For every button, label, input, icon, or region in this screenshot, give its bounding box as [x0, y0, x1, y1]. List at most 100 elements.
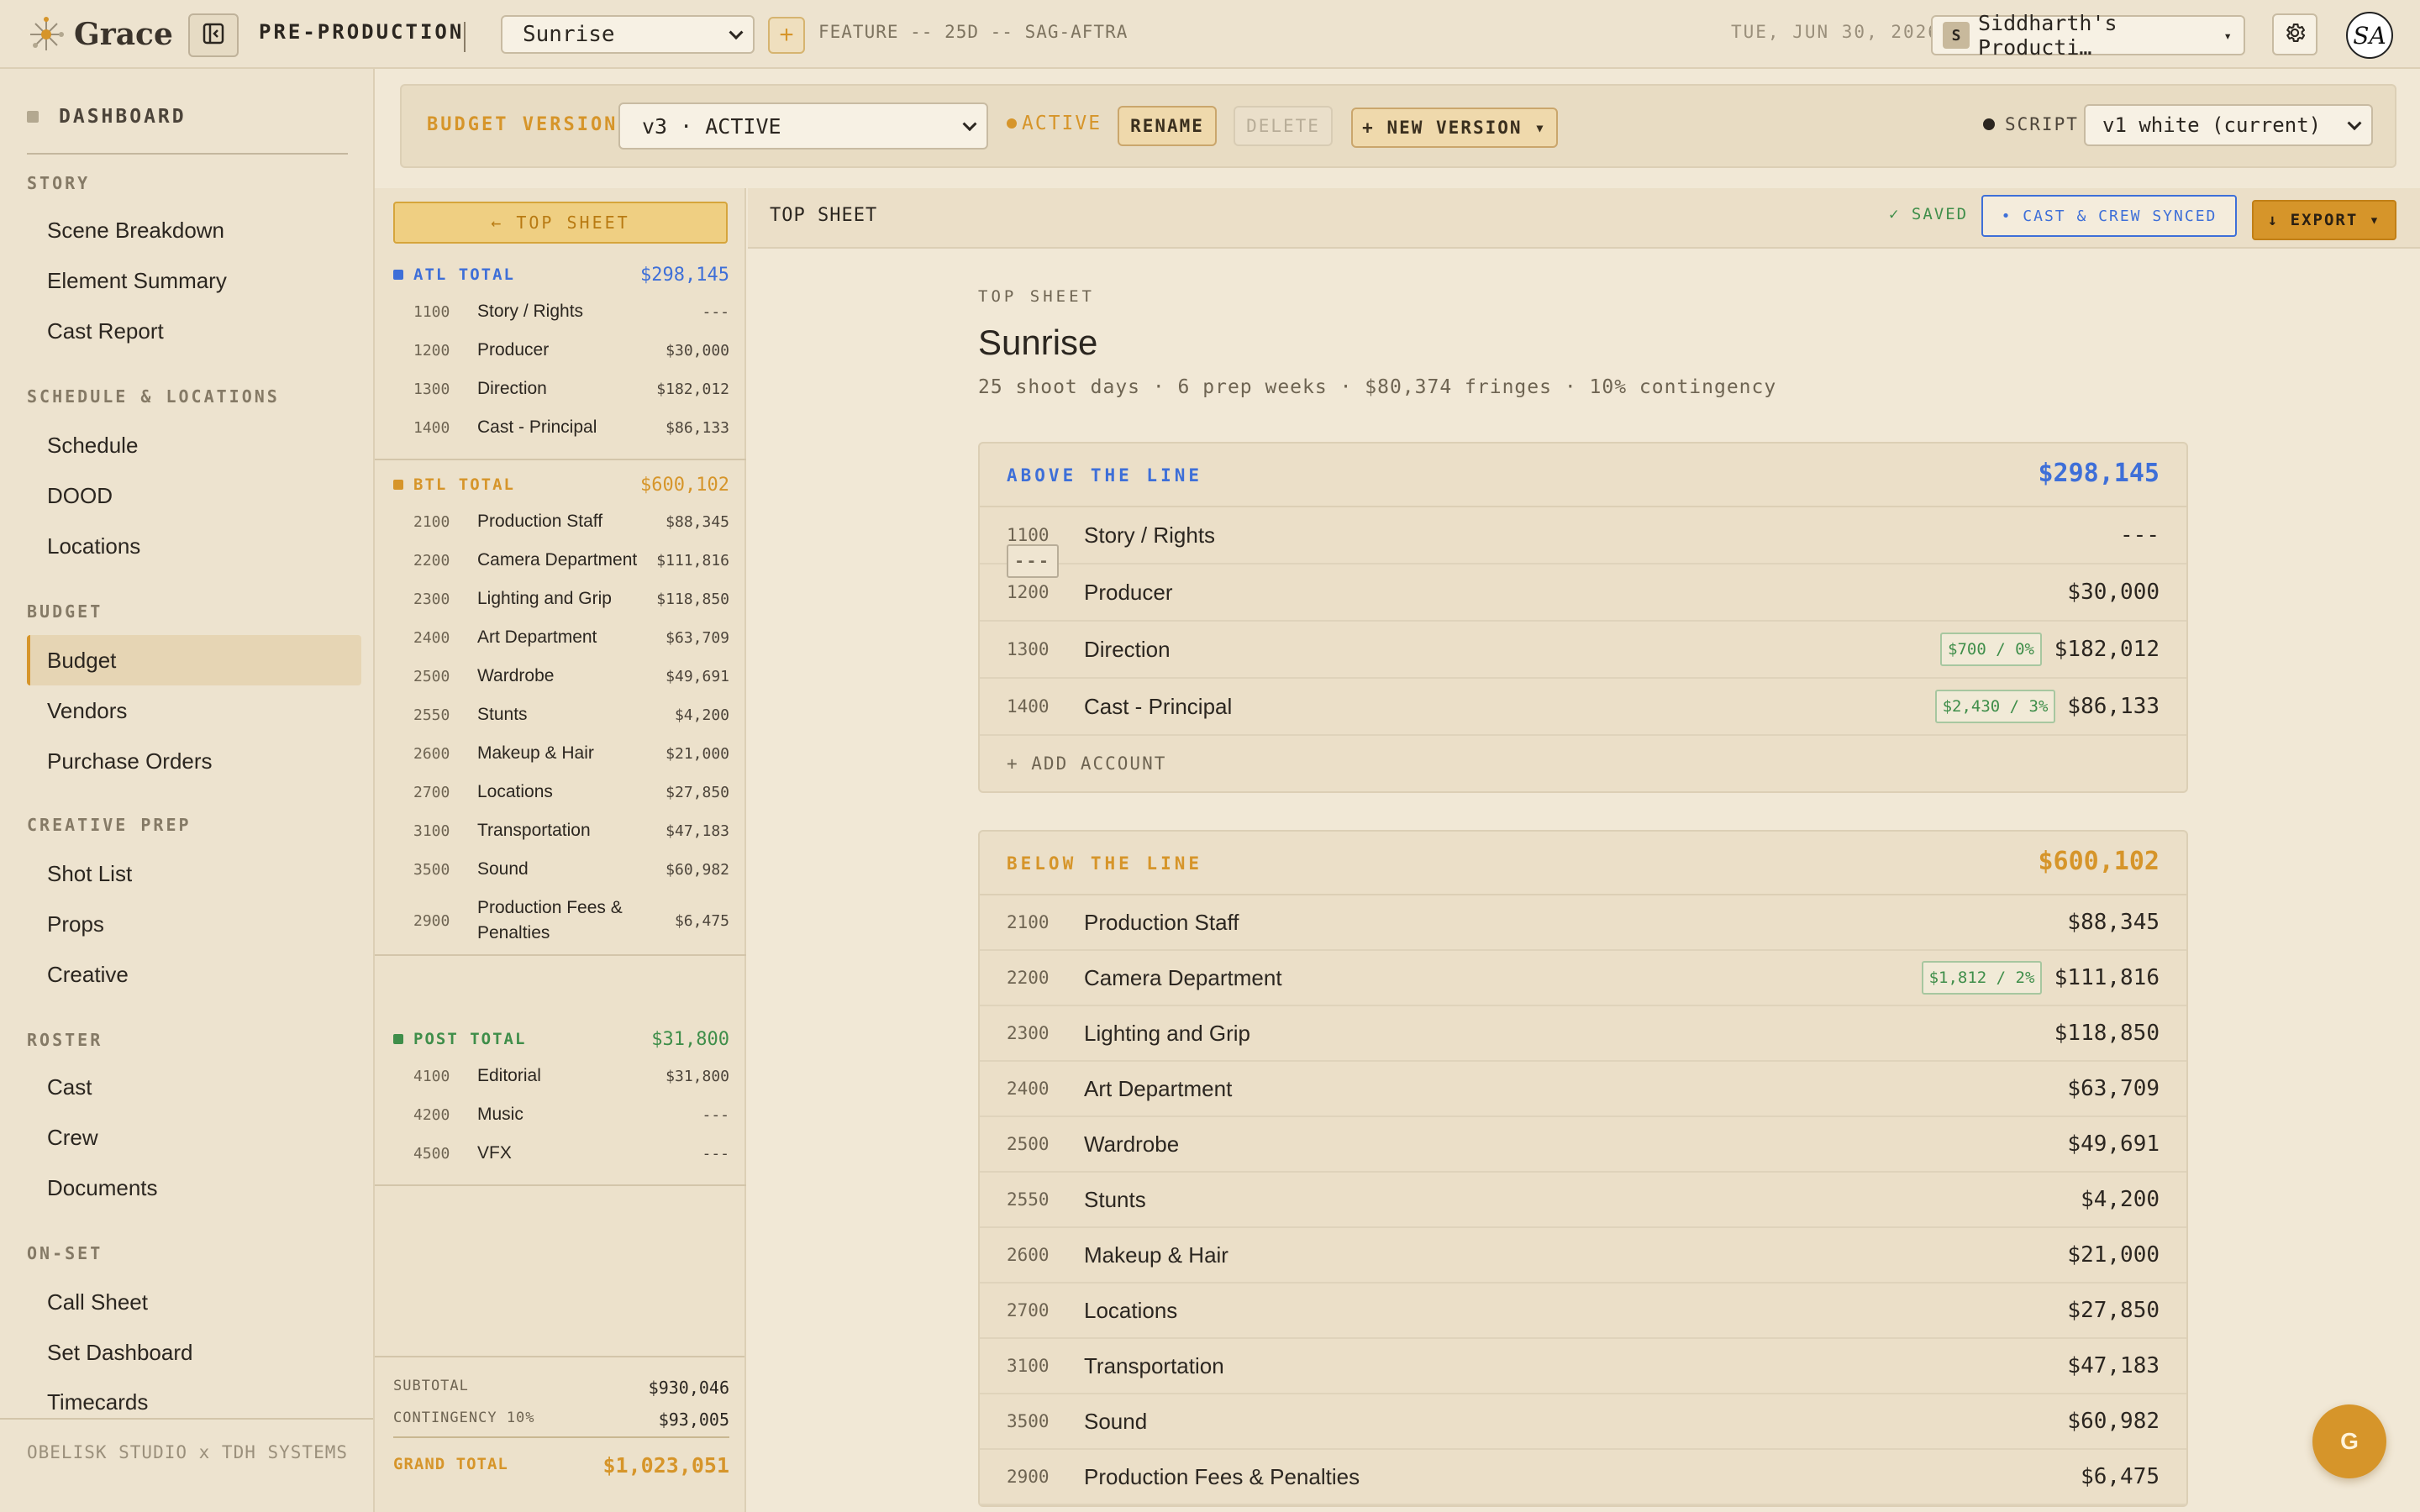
account-name: Music	[477, 1105, 523, 1124]
account-name: Stunts	[1084, 1186, 1146, 1212]
account-row-2600[interactable]: 2600 Makeup & Hair $21,000	[413, 741, 729, 766]
account-row-2900[interactable]: 2900 Production Fees & Penalties $6,475	[413, 895, 729, 946]
sidebar-item-element-summary[interactable]: Element Summary	[27, 255, 361, 306]
account-name: Production Fees & Penalties	[477, 898, 623, 942]
project-select[interactable]: Sunrise	[501, 15, 755, 54]
script-version-select[interactable]: v1 white (current)	[2084, 104, 2373, 146]
account-row-1400[interactable]: 1400 Cast - Principal $86,133 $2,430 / 3%	[980, 679, 2186, 736]
account-row-1300[interactable]: 1300 Direction $182,012 $700 / 0%	[980, 622, 2186, 679]
new-version-button[interactable]: + NEW VERSION ▾	[1351, 108, 1558, 148]
account-row-2400[interactable]: 2400 Art Department $63,709	[413, 625, 729, 650]
sidebar-item-schedule[interactable]: Schedule	[27, 420, 361, 470]
group-color-icon	[393, 480, 403, 490]
top-sheet-button[interactable]: ← TOP SHEET	[393, 202, 728, 244]
account-name: Cast - Principal	[477, 417, 597, 437]
sidebar-item-shot-list[interactable]: Shot List	[27, 848, 361, 899]
account-row-3500[interactable]: 3500 Sound $60,982	[980, 1394, 2186, 1450]
account-name: Production Fees & Penalties	[1084, 1463, 1360, 1489]
cast-crew-synced-button[interactable]: • CAST & CREW SYNCED	[1981, 195, 2237, 237]
sidebar-item-call-sheet[interactable]: Call Sheet	[27, 1277, 361, 1327]
account-row-1100[interactable]: 1100 Story / Rights ---	[413, 299, 729, 324]
sidebar-item-creative[interactable]: Creative	[27, 949, 361, 1000]
account-row-2400[interactable]: 2400 Art Department $63,709	[980, 1062, 2186, 1117]
account-row-2100[interactable]: 2100 Production Staff $88,345	[980, 895, 2186, 951]
user-avatar[interactable]: SA	[2346, 12, 2393, 59]
sidebar-item-locations[interactable]: Locations	[27, 521, 361, 571]
fringe-badge[interactable]: $700 / 0%	[1940, 633, 2042, 666]
sidebar-item-timecards[interactable]: Timecards	[27, 1378, 361, 1415]
account-row-2500[interactable]: 2500 Wardrobe $49,691	[413, 664, 729, 689]
account-amount: ---	[702, 1144, 729, 1163]
account-code: 2100	[1007, 912, 1050, 932]
export-button[interactable]: ↓ EXPORT ▾	[2252, 200, 2396, 240]
account-amount: $118,850	[656, 590, 729, 608]
account-row-2200[interactable]: 2200 Camera Department $111,816	[413, 548, 729, 573]
account-row-1200[interactable]: 1200 Producer $30,000	[413, 338, 729, 363]
sidebar-item-set-dashboard[interactable]: Set Dashboard	[27, 1327, 361, 1378]
account-row-1100[interactable]: 1100 Story / Rights --- ---	[980, 507, 2186, 578]
subtotal-row: SUBTOTAL $930,046	[393, 1378, 729, 1398]
budget-version-select[interactable]: v3 · ACTIVE	[618, 102, 988, 150]
sidebar-item-scene-breakdown[interactable]: Scene Breakdown	[27, 205, 361, 255]
group-total-header[interactable]: BTL TOTAL $600,102	[393, 475, 729, 496]
account-row-2700[interactable]: 2700 Locations $27,850	[413, 780, 729, 805]
sidebar-item-vendors[interactable]: Vendors	[27, 685, 361, 736]
sidebar-item-dood[interactable]: DOOD	[27, 470, 361, 521]
account-row-1400[interactable]: 1400 Cast - Principal $86,133	[413, 415, 729, 440]
account-row-2550[interactable]: 2550 Stunts $4,200	[980, 1173, 2186, 1228]
sidebar-item-crew[interactable]: Crew	[27, 1112, 361, 1163]
account-row-2300[interactable]: 2300 Lighting and Grip $118,850	[980, 1006, 2186, 1062]
account-row-2900[interactable]: 2900 Production Fees & Penalties $6,475	[980, 1450, 2186, 1505]
account-row-2550[interactable]: 2550 Stunts $4,200	[413, 702, 729, 727]
account-row-4100[interactable]: 4100 Editorial $31,800	[413, 1063, 729, 1089]
account-code: 3100	[1007, 1356, 1050, 1376]
account-code: 2200	[413, 551, 450, 570]
account-row-2600[interactable]: 2600 Makeup & Hair $21,000	[980, 1228, 2186, 1284]
account-code: 2500	[1007, 1134, 1050, 1154]
divider	[375, 1184, 746, 1186]
account-row-3100[interactable]: 3100 Transportation $47,183	[413, 818, 729, 843]
settings-button[interactable]	[2272, 13, 2317, 55]
assistant-button[interactable]: G	[2312, 1404, 2386, 1478]
add-project-button[interactable]: +	[768, 17, 805, 54]
account-row-2500[interactable]: 2500 Wardrobe $49,691	[980, 1117, 2186, 1173]
account-amount: $86,133	[2067, 694, 2160, 719]
account-row-2200[interactable]: 2200 Camera Department $111,816 $1,812 / 2%	[980, 951, 2186, 1006]
add-account-button[interactable]: + ADD ACCOUNT	[980, 736, 2186, 791]
sidebar-item-budget[interactable]: Budget	[27, 635, 361, 685]
account-amount: $47,183	[666, 822, 729, 840]
sidebar-item-cast[interactable]: Cast	[27, 1062, 361, 1112]
account-name: Makeup & Hair	[1084, 1242, 1228, 1268]
app-logo[interactable]: Grace	[27, 13, 173, 55]
sidebar-item-purchase-orders[interactable]: Purchase Orders	[27, 736, 361, 786]
contingency-label: CONTINGENCY 10%	[393, 1410, 535, 1426]
account-row-2300[interactable]: 2300 Lighting and Grip $118,850	[413, 586, 729, 612]
sidebar-item-documents[interactable]: Documents	[27, 1163, 361, 1213]
group-total-header[interactable]: POST TOTAL $31,800	[393, 1029, 729, 1050]
project-meta: FEATURE -- 25D -- SAG-AFTRA	[818, 22, 1128, 42]
sidebar-item-props[interactable]: Props	[27, 899, 361, 949]
account-row-1300[interactable]: 1300 Direction $182,012	[413, 376, 729, 402]
delete-button[interactable]: DELETE	[1234, 106, 1333, 146]
account-row-2100[interactable]: 2100 Production Staff $88,345	[413, 509, 729, 534]
account-amount: $88,345	[666, 512, 729, 531]
account-code: 2200	[1007, 968, 1050, 988]
account-code: 2550	[1007, 1189, 1050, 1210]
fringe-badge[interactable]: $1,812 / 2%	[1922, 961, 2042, 995]
sidebar-item-cast-report[interactable]: Cast Report	[27, 306, 361, 356]
company-select[interactable]: S Siddharth's Producti… ▾	[1931, 11, 2245, 60]
account-row-4500[interactable]: 4500 VFX ---	[413, 1141, 729, 1166]
rename-button[interactable]: RENAME	[1118, 106, 1217, 146]
group-total-header[interactable]: ATL TOTAL $298,145	[393, 265, 729, 286]
account-row-3500[interactable]: 3500 Sound $60,982	[413, 857, 729, 882]
fringe-badge[interactable]: $2,430 / 3%	[1935, 690, 2055, 723]
account-row-1200[interactable]: 1200 Producer $30,000	[980, 564, 2186, 622]
grand-total-value: $1,023,051	[602, 1453, 729, 1478]
account-amount: $49,691	[2067, 1131, 2160, 1157]
account-row-4200[interactable]: 4200 Music ---	[413, 1102, 729, 1127]
sidebar-item-dashboard[interactable]: DASHBOARD	[27, 106, 187, 128]
saved-status: ✓ SAVED	[1889, 205, 1969, 223]
sidebar-toggle-button[interactable]	[188, 13, 239, 57]
account-row-2700[interactable]: 2700 Locations $27,850	[980, 1284, 2186, 1339]
account-row-3100[interactable]: 3100 Transportation $47,183	[980, 1339, 2186, 1394]
